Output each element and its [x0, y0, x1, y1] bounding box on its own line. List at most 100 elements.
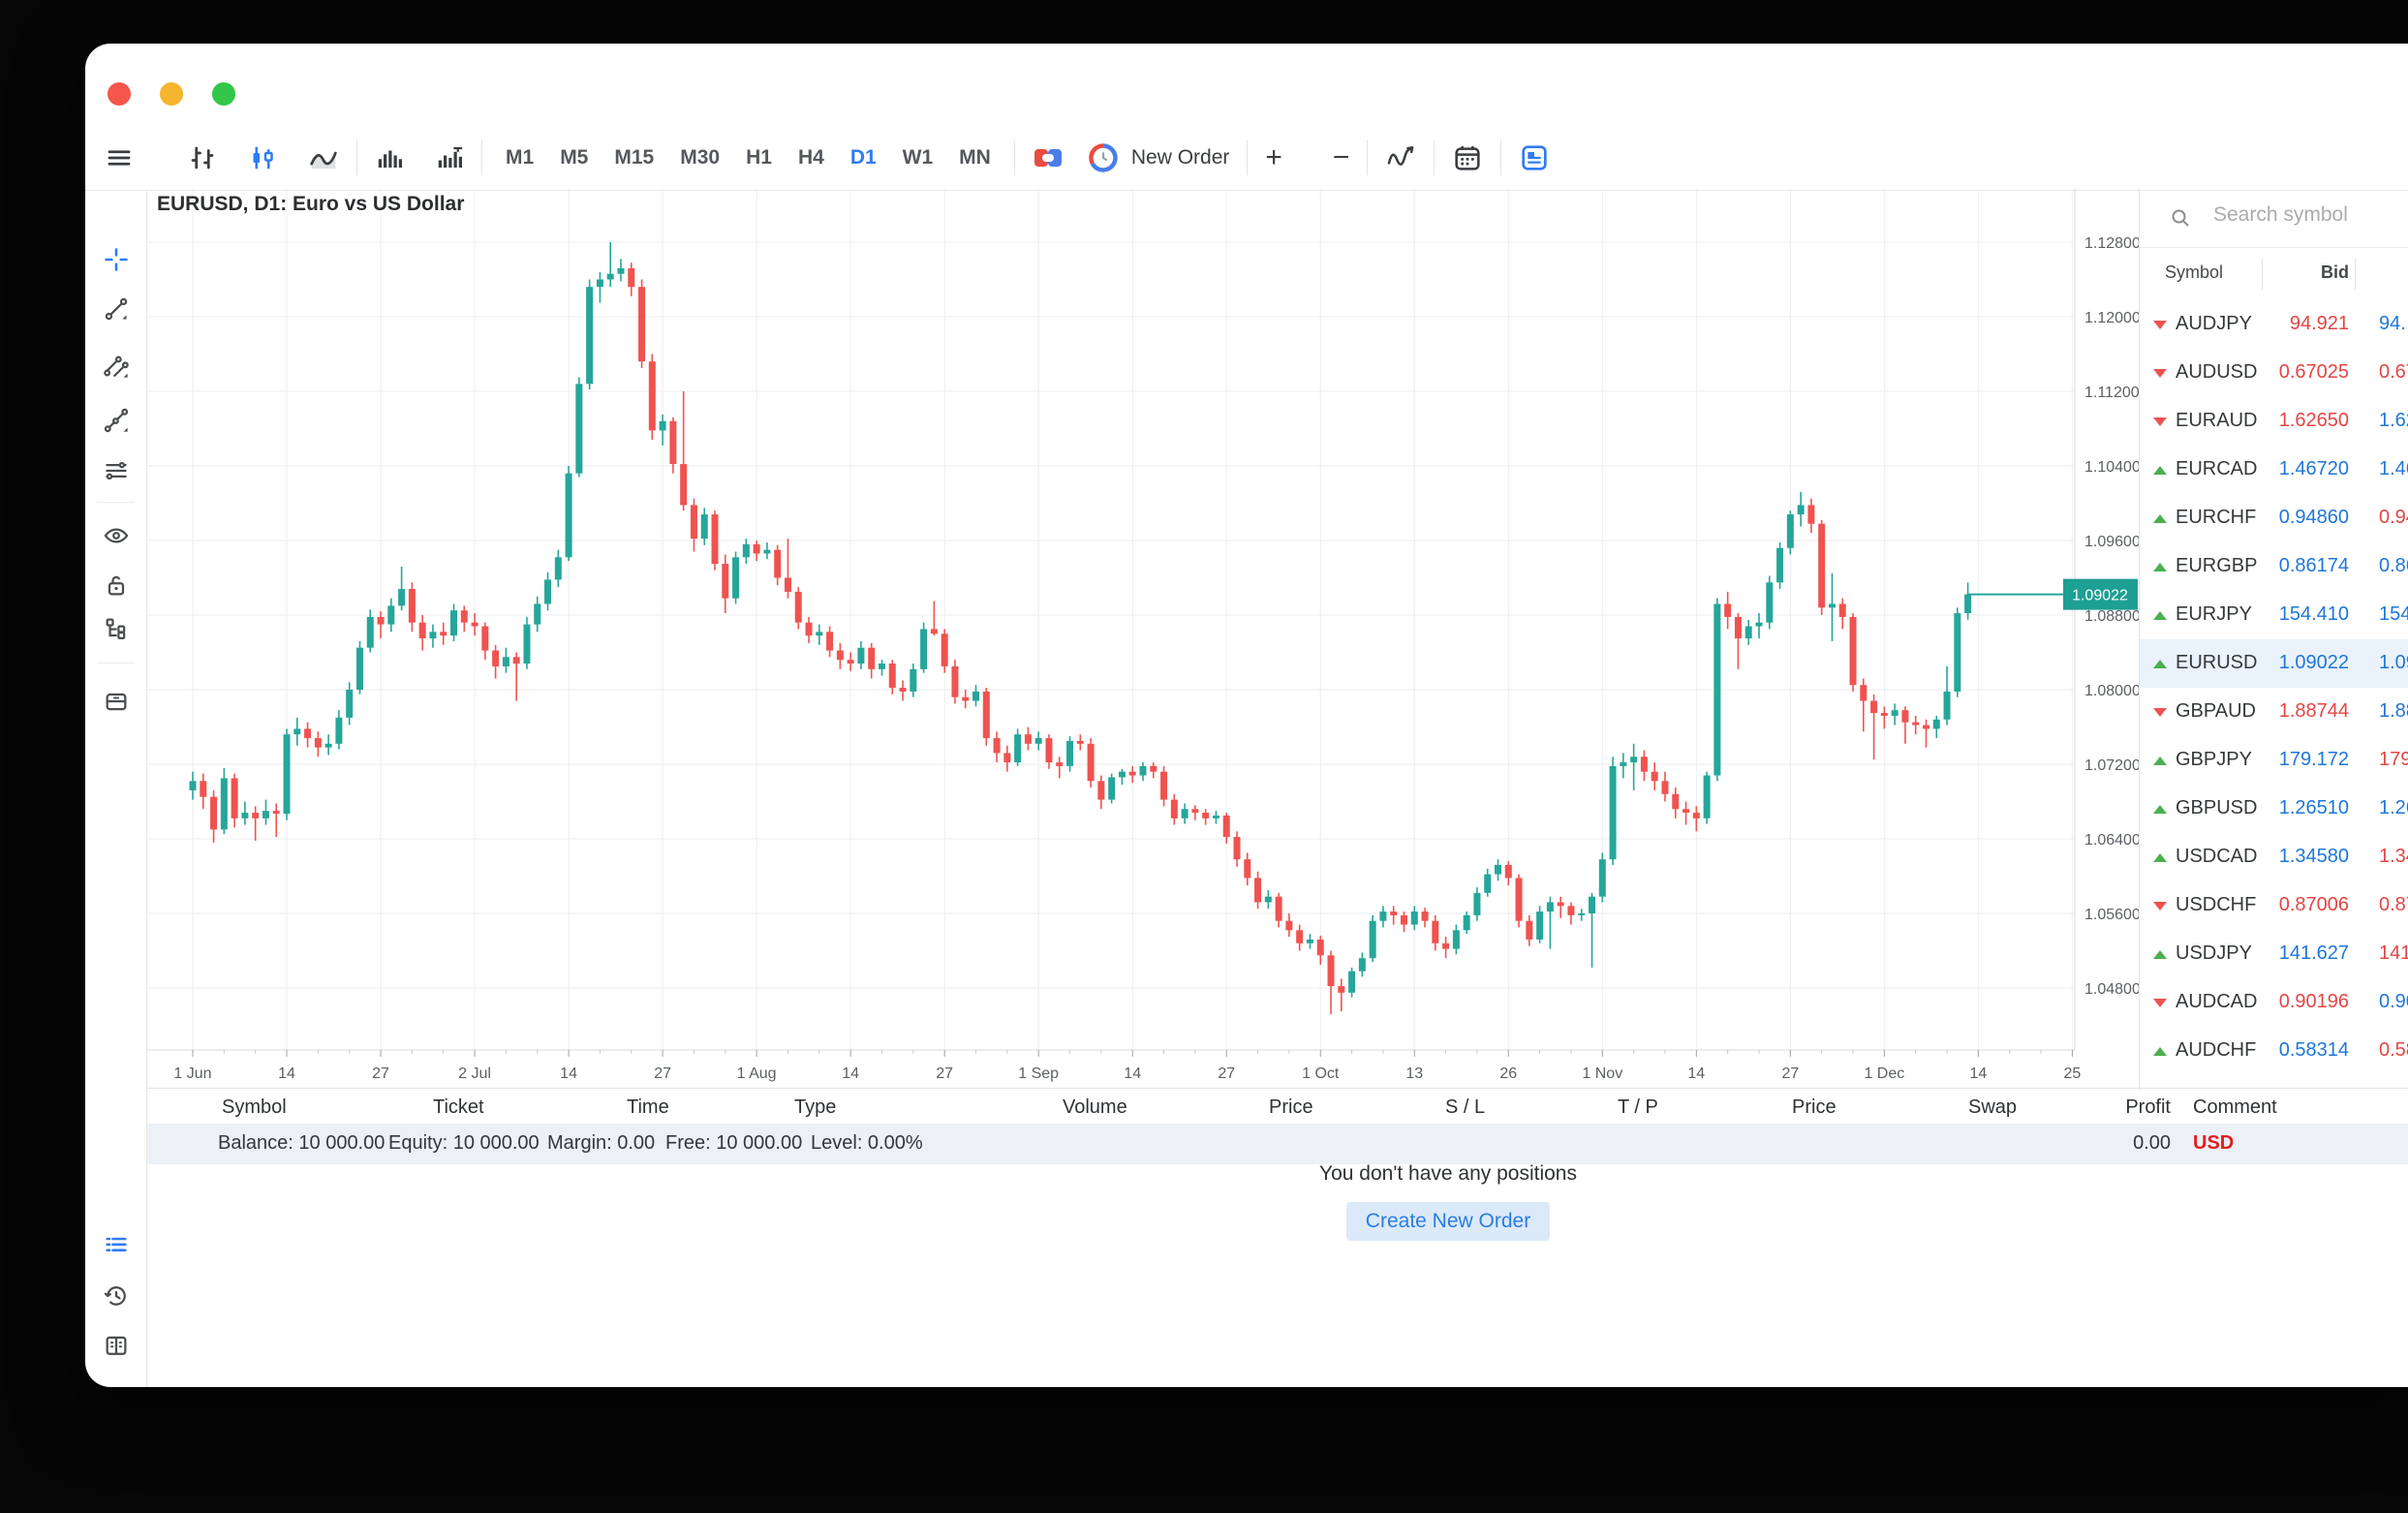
bid-price: 1.62650	[2278, 410, 2349, 431]
ask-price: 179.	[2379, 749, 2408, 770]
market-watch-row[interactable]: AUDCHF 0.58314 0.58	[2140, 1027, 2408, 1075]
timeframe-button[interactable]: D1	[850, 146, 877, 170]
positions-list-icon[interactable]	[102, 1232, 131, 1259]
close-button[interactable]	[108, 82, 131, 106]
symbol-name: AUDCAD	[2176, 991, 2258, 1012]
market-watch-row[interactable]: GBPJPY 179.172 179.	[2140, 736, 2408, 785]
candlestick-chart-type-icon[interactable]	[248, 143, 277, 172]
tick-volume-icon[interactable]	[435, 143, 464, 172]
market-watch-row[interactable]: USDJPY 141.627 141.	[2140, 930, 2408, 978]
divider	[1500, 140, 1502, 175]
new-order-icon[interactable]	[1089, 143, 1118, 172]
market-watch-row[interactable]: AUDUSD 0.67025 0.67	[2140, 349, 2408, 397]
column-price-current[interactable]: Price	[1792, 1096, 1837, 1119]
column-symbol[interactable]: Symbol	[222, 1096, 287, 1119]
svg-text:1.08800: 1.08800	[2084, 608, 2139, 625]
direction-triangle-icon	[2153, 902, 2167, 911]
symbol-name: GBPUSD	[2176, 797, 2258, 818]
journal-icon[interactable]	[102, 1332, 131, 1359]
column-profit[interactable]: Profit	[2074, 1096, 2171, 1119]
direction-triangle-icon	[2153, 853, 2167, 862]
candlestick-chart[interactable]: 1.12800 1.12000 1.11200 1.10400 1.09600 1.088…	[147, 189, 2139, 1090]
one-click-trading-icon[interactable]	[1033, 146, 1064, 170]
market-watch-header: Symbol Bid	[2140, 247, 2408, 300]
timeframe-button[interactable]: W1	[903, 146, 934, 170]
polyline-tool-icon[interactable]	[103, 407, 130, 434]
levels-tool-icon[interactable]	[102, 457, 131, 484]
zoom-out-button[interactable]: −	[1333, 143, 1350, 172]
menu-icon[interactable]	[105, 143, 134, 172]
timeframe-button[interactable]: H1	[746, 146, 772, 170]
market-watch-row[interactable]: AUDCAD 0.90196 0.90	[2140, 978, 2408, 1027]
symbol-name: EURGBP	[2176, 555, 2258, 576]
market-watch-row[interactable]: EURUSD 1.09022 1.09	[2140, 639, 2408, 688]
column-tp[interactable]: T / P	[1618, 1096, 1658, 1119]
svg-text:1 Sep: 1 Sep	[1018, 1065, 1059, 1082]
minimize-button[interactable]	[160, 82, 183, 106]
column-symbol[interactable]: Symbol	[2165, 262, 2223, 283]
timeframe-button[interactable]: MN	[959, 146, 991, 170]
market-watch-panel: Search symbol Symbol Bid AUDJPY 94.921 9…	[2139, 189, 2408, 1090]
market-watch-row[interactable]: AUDJPY 94.921 94.	[2140, 300, 2408, 349]
column-time[interactable]: Time	[627, 1096, 669, 1119]
crosshair-icon[interactable]	[103, 246, 130, 273]
column-ticket[interactable]: Ticket	[433, 1096, 484, 1119]
market-watch-row[interactable]: EURAUD 1.62650 1.62	[2140, 397, 2408, 446]
bar-chart-type-icon[interactable]	[188, 143, 217, 172]
zoom-in-button[interactable]: +	[1265, 143, 1282, 172]
timeframe-button[interactable]: H4	[798, 146, 824, 170]
divider	[1434, 140, 1436, 175]
market-watch-row[interactable]: GBPUSD 1.26510 1.26	[2140, 785, 2408, 833]
svg-text:1.09600: 1.09600	[2084, 534, 2139, 550]
market-watch-row[interactable]: EURGBP 0.86174 0.86	[2140, 542, 2408, 591]
bid-price: 1.46720	[2278, 458, 2349, 479]
line-chart-type-icon[interactable]	[308, 143, 339, 172]
svg-text:1 Jun: 1 Jun	[173, 1065, 211, 1082]
symbol-search[interactable]: Search symbol	[2140, 189, 2408, 248]
column-comment[interactable]: Comment	[2193, 1096, 2277, 1119]
divider	[1247, 140, 1249, 175]
bid-price: 1.26510	[2278, 797, 2349, 818]
market-watch-row[interactable]: USDCAD 1.34580 1.34	[2140, 833, 2408, 881]
market-watch-row[interactable]: GBPAUD 1.88744 1.88	[2140, 688, 2408, 736]
bid-price: 141.627	[2278, 942, 2349, 964]
column-volume[interactable]: Volume	[1063, 1096, 1127, 1119]
object-tree-icon[interactable]	[103, 615, 130, 642]
symbol-name: AUDCHF	[2176, 1039, 2257, 1061]
channel-tool-icon[interactable]	[103, 353, 130, 380]
column-sl[interactable]: S / L	[1445, 1096, 1485, 1119]
history-icon[interactable]	[102, 1282, 131, 1310]
timeframe-button[interactable]: M1	[506, 146, 534, 170]
volume-icon[interactable]	[375, 143, 404, 172]
ask-price: 0.90	[2379, 991, 2408, 1012]
timeframe-button[interactable]: M30	[680, 146, 720, 170]
divider	[481, 140, 482, 175]
column-type[interactable]: Type	[794, 1096, 836, 1119]
symbol-name: EURCAD	[2176, 458, 2258, 479]
direction-triangle-icon	[2153, 321, 2167, 329]
trendline-tool-icon[interactable]	[103, 295, 130, 323]
visibility-eye-icon[interactable]	[102, 522, 131, 549]
new-order-label[interactable]: New Order	[1131, 146, 1230, 170]
indicators-icon[interactable]	[1385, 142, 1416, 173]
market-watch-toggle-icon[interactable]	[1519, 142, 1550, 173]
timeframe-button[interactable]: M5	[560, 146, 588, 170]
lock-icon[interactable]	[103, 571, 130, 599]
svg-text:1 Aug: 1 Aug	[737, 1065, 777, 1082]
column-swap[interactable]: Swap	[1968, 1096, 2017, 1119]
delete-objects-icon[interactable]	[102, 688, 131, 715]
svg-text:1.05600: 1.05600	[2084, 907, 2139, 923]
ask-price: 1.62	[2379, 410, 2408, 431]
create-new-order-button[interactable]: Create New Order	[1345, 1202, 1551, 1241]
market-watch-row[interactable]: EURCAD 1.46720 1.46	[2140, 446, 2408, 494]
timeframe-button[interactable]: M15	[614, 146, 654, 170]
market-watch-row[interactable]: USDCHF 0.87006 0.87	[2140, 881, 2408, 930]
column-price-open[interactable]: Price	[1269, 1096, 1313, 1119]
zoom-button[interactable]	[212, 82, 235, 106]
market-watch-row[interactable]: EURJPY 154.410 154.	[2140, 591, 2408, 639]
market-watch-row[interactable]: EURCHF 0.94860 0.94	[2140, 494, 2408, 542]
column-bid[interactable]: Bid	[2321, 262, 2349, 283]
calendar-icon[interactable]	[1452, 142, 1483, 173]
bid-price: 1.34580	[2278, 846, 2349, 867]
svg-text:1 Oct: 1 Oct	[1302, 1065, 1340, 1082]
